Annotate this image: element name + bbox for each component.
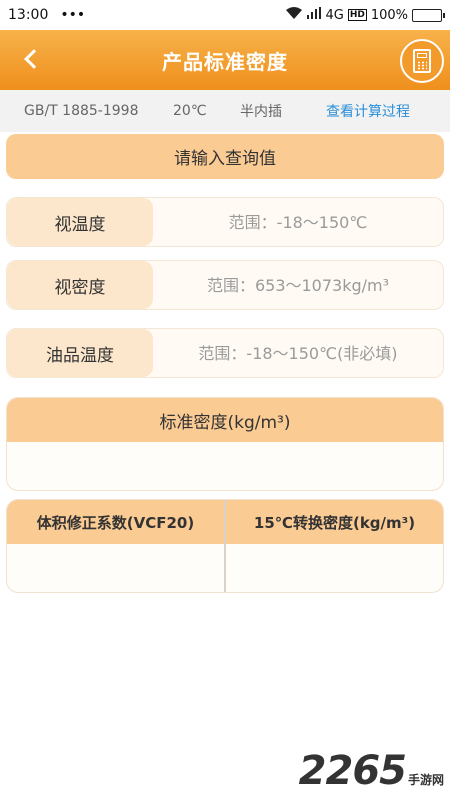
vcf-value xyxy=(7,544,224,592)
apparent-temperature-input[interactable] xyxy=(153,198,443,246)
chevron-left-icon xyxy=(24,49,44,69)
query-banner: 请输入查询值 xyxy=(6,134,444,179)
apparent-density-row: 视密度 xyxy=(6,260,444,310)
standard-density-value xyxy=(7,442,443,490)
view-calculation-link[interactable]: 查看计算过程 xyxy=(326,101,410,121)
info-bar: GB/T 1885-1998 20℃ 半内插 查看计算过程 xyxy=(0,90,450,132)
oil-temperature-input[interactable] xyxy=(153,329,443,377)
vcf-column: 体积修正系数(VCF20) xyxy=(7,500,224,592)
vcf-title: 体积修正系数(VCF20) xyxy=(7,500,224,544)
apparent-temperature-row: 视温度 xyxy=(6,197,444,247)
status-time: 13:00 xyxy=(8,7,49,23)
apparent-density-label: 视密度 xyxy=(7,261,153,309)
density-15c-title: 15℃转换密度(kg/m³) xyxy=(226,500,443,544)
wifi-icon xyxy=(285,6,303,24)
interpolation-method: 半内插 xyxy=(240,104,282,120)
standard-label: GB/T 1885-1998 xyxy=(24,103,139,119)
watermark-logo: 2265 手游网 xyxy=(299,748,444,794)
calculator-button[interactable] xyxy=(400,39,444,83)
status-bar: 13:00 ••• 4G HD 100% xyxy=(0,0,450,30)
oil-temperature-label: 油品温度 xyxy=(7,329,153,377)
battery-percent: 100% xyxy=(370,7,408,23)
watermark-number: 2265 xyxy=(298,748,407,794)
watermark-text: 手游网 xyxy=(407,773,444,787)
standard-density-card: 标准密度(kg/m³) xyxy=(6,397,444,491)
conversion-card: 体积修正系数(VCF20) 15℃转换密度(kg/m³) xyxy=(6,499,444,593)
battery-icon xyxy=(412,8,445,22)
calculator-icon xyxy=(413,49,431,73)
hd-badge: HD xyxy=(347,9,367,21)
app-header: 产品标准密度 xyxy=(0,30,450,90)
density-15c-value xyxy=(226,544,443,592)
reference-temperature: 20℃ xyxy=(173,103,207,119)
oil-temperature-row: 油品温度 xyxy=(6,328,444,378)
apparent-density-input[interactable] xyxy=(153,261,443,309)
network-type: 4G xyxy=(325,7,344,23)
signal-icon xyxy=(307,7,322,23)
notification-dots-icon: ••• xyxy=(60,7,86,23)
page-title: 产品标准密度 xyxy=(162,49,288,74)
density-15c-column: 15℃转换密度(kg/m³) xyxy=(224,500,443,592)
back-button[interactable] xyxy=(14,42,48,76)
apparent-temperature-label: 视温度 xyxy=(7,198,153,246)
standard-density-title: 标准密度(kg/m³) xyxy=(7,398,443,442)
